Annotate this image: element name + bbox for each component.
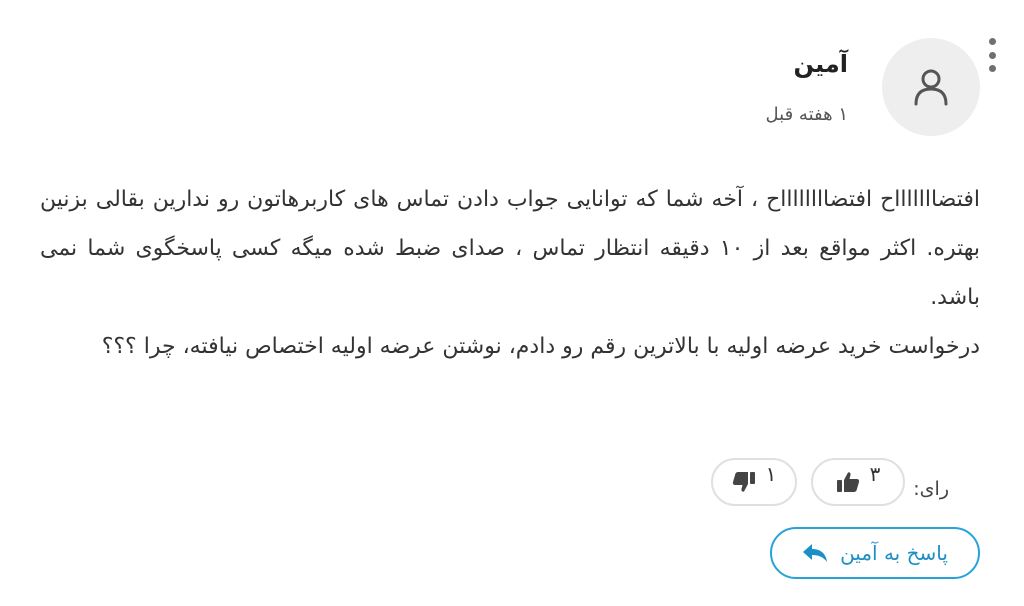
- thumbs-down-icon: [732, 472, 755, 492]
- reply-button[interactable]: پاسخ به آمین: [770, 527, 980, 579]
- upvote-count: ۳: [869, 462, 881, 486]
- thumbs-up-icon: [836, 472, 859, 492]
- downvote-button[interactable]: ۱: [711, 458, 797, 506]
- more-options-icon[interactable]: [985, 38, 999, 72]
- menu-dot: [988, 65, 996, 72]
- author-name: آمین: [793, 50, 848, 78]
- user-icon: [914, 69, 948, 106]
- menu-dot: [988, 38, 996, 45]
- vote-label: رای:: [913, 478, 949, 500]
- avatar: [882, 38, 980, 136]
- reply-label: پاسخ به آمین: [840, 541, 948, 565]
- reply-arrow-icon: [803, 544, 828, 562]
- downvote-count: ۱: [765, 462, 777, 486]
- comment-paragraph: درخواست خرید عرضه اولیه با بالاترین رقم …: [101, 334, 980, 359]
- upvote-button[interactable]: ۳: [811, 458, 905, 506]
- comment-body: افتضاااااااح افتضااااااااح ، آخه شما که …: [40, 175, 980, 371]
- comment-timestamp: ۱ هفته قبل: [765, 104, 848, 125]
- comment-paragraph: افتضاااااااح افتضااااااااح ، آخه شما که …: [40, 187, 980, 310]
- menu-dot: [988, 51, 996, 59]
